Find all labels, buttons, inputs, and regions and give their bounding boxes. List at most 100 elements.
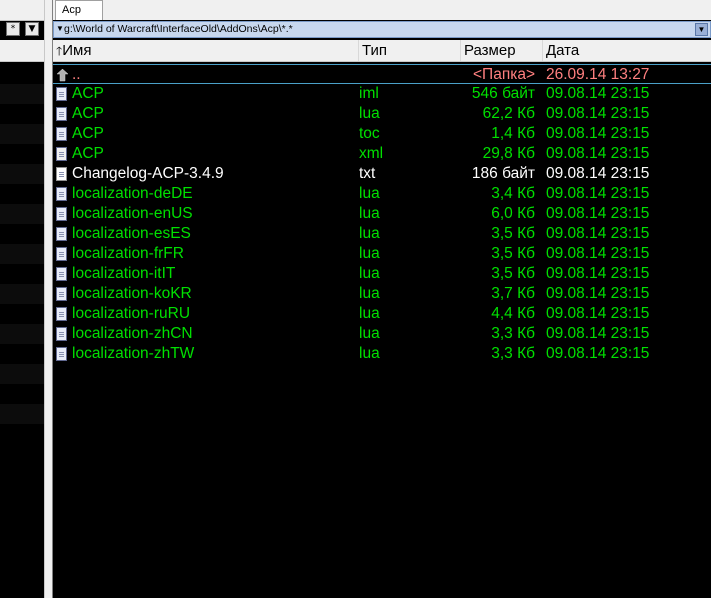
file-type: lua (359, 345, 380, 362)
left-list-row[interactable] (0, 404, 44, 424)
file-row[interactable]: localization-ruRU lua 4,4 Кб 09.08.14 23:15 (53, 304, 711, 324)
left-list-row[interactable] (0, 64, 44, 84)
column-name-header[interactable]: 🡑Имя (53, 40, 359, 61)
file-name: ACP (72, 145, 104, 162)
file-name: .. (72, 66, 81, 83)
path-menu-button[interactable]: ▼ (695, 23, 708, 36)
file-name: localization-itIT (72, 265, 176, 282)
file-size: <Папка> (473, 66, 535, 83)
tab-acp[interactable]: Acp (55, 0, 103, 20)
file-type: lua (359, 205, 380, 222)
file-size: 29,8 Кб (482, 145, 535, 162)
file-row[interactable]: localization-deDE lua 3,4 Кб 09.08.14 23:15 (53, 184, 711, 204)
file-name: localization-zhTW (72, 345, 195, 362)
panel-splitter[interactable] (44, 0, 53, 598)
column-date-header[interactable]: Дата (543, 40, 711, 61)
file-name: localization-koKR (72, 285, 192, 302)
parent-folder-row[interactable]: .. <Папка> 26.09.14 13:27 (53, 64, 711, 84)
file-date: 09.08.14 23:15 (546, 265, 650, 282)
file-name: localization-deDE (72, 185, 193, 202)
file-icon (56, 127, 68, 141)
file-size: 186 байт (471, 165, 535, 182)
file-row[interactable]: localization-enUS lua 6,0 Кб 09.08.14 23:15 (53, 204, 711, 224)
left-file-panel[interactable]: * ▼ (0, 0, 44, 598)
file-size: 3,5 Кб (491, 265, 535, 282)
file-type: lua (359, 305, 380, 322)
file-type: lua (359, 105, 380, 122)
file-size: 3,4 Кб (491, 185, 535, 202)
left-list-row[interactable] (0, 344, 44, 364)
file-row[interactable]: localization-zhTW lua 3,3 Кб 09.08.14 23:15 (53, 344, 711, 364)
left-list-row[interactable] (0, 304, 44, 324)
left-column-header[interactable] (0, 40, 44, 62)
file-name: ACP (72, 125, 104, 142)
file-date: 09.08.14 23:15 (546, 225, 650, 242)
left-filter-button[interactable]: * (6, 22, 20, 36)
file-type: lua (359, 325, 380, 342)
left-list-row[interactable] (0, 384, 44, 404)
right-file-panel[interactable]: Acp ▼ g:\World of Warcraft\InterfaceOld\… (53, 0, 711, 598)
file-type: lua (359, 225, 380, 242)
file-size: 3,7 Кб (491, 285, 535, 302)
file-icon (56, 347, 68, 361)
file-row[interactable]: localization-frFR lua 3,5 Кб 09.08.14 23:15 (53, 244, 711, 264)
file-type: lua (359, 285, 380, 302)
file-name: ACP (72, 105, 104, 122)
file-row[interactable]: ACP iml 546 байт 09.08.14 23:15 (53, 84, 711, 104)
left-list-row[interactable] (0, 224, 44, 244)
left-list-row[interactable] (0, 284, 44, 304)
file-name: ACP (72, 85, 104, 102)
up-folder-icon (56, 68, 69, 82)
file-date: 26.09.14 13:27 (546, 66, 650, 83)
left-list-row[interactable] (0, 204, 44, 224)
column-type-header[interactable]: Тип (359, 40, 461, 61)
file-type: lua (359, 265, 380, 282)
file-row[interactable]: ACP xml 29,8 Кб 09.08.14 23:15 (53, 144, 711, 164)
column-size-header[interactable]: Размер (461, 40, 543, 61)
file-size: 3,5 Кб (491, 225, 535, 242)
file-row[interactable]: Changelog-ACP-3.4.9 txt 186 байт 09.08.14 2… (53, 164, 711, 184)
file-name: localization-frFR (72, 245, 184, 262)
file-row[interactable]: localization-esES lua 3,5 Кб 09.08.14 23:15 (53, 224, 711, 244)
file-size: 6,0 Кб (491, 205, 535, 222)
file-date: 09.08.14 23:15 (546, 345, 650, 362)
file-size: 1,4 Кб (491, 125, 535, 142)
file-size: 4,4 Кб (491, 305, 535, 322)
file-icon (56, 107, 68, 121)
file-row[interactable]: localization-koKR lua 3,7 Кб 09.08.14 23:15 (53, 284, 711, 304)
left-list-row[interactable] (0, 364, 44, 384)
left-history-dropdown-button[interactable]: ▼ (25, 22, 39, 36)
file-date: 09.08.14 23:15 (546, 105, 650, 122)
file-size: 3,3 Кб (491, 325, 535, 342)
file-name: localization-enUS (72, 205, 193, 222)
file-icon (56, 307, 68, 321)
file-icon (56, 187, 68, 201)
left-list-row[interactable] (0, 84, 44, 104)
file-date: 09.08.14 23:15 (546, 205, 650, 222)
xml-file-icon (56, 147, 68, 161)
file-name: localization-zhCN (72, 325, 193, 342)
file-list[interactable]: .. <Папка> 26.09.14 13:27 ACP iml 546 байт 09.… (53, 64, 711, 364)
file-date: 09.08.14 23:15 (546, 325, 650, 342)
left-list-row[interactable] (0, 324, 44, 344)
left-list-row[interactable] (0, 184, 44, 204)
file-icon (56, 287, 68, 301)
file-name: localization-ruRU (72, 305, 191, 322)
file-row[interactable]: ACP lua 62,2 Кб 09.08.14 23:15 (53, 104, 711, 124)
left-list-row[interactable] (0, 104, 44, 124)
file-size: 62,2 Кб (482, 105, 535, 122)
left-list-row[interactable] (0, 164, 44, 184)
file-row[interactable]: localization-zhCN lua 3,3 Кб 09.08.14 23:15 (53, 324, 711, 344)
left-list-row[interactable] (0, 124, 44, 144)
file-type: xml (359, 145, 384, 162)
left-list-row[interactable] (0, 244, 44, 264)
path-bar[interactable]: ▼ g:\World of Warcraft\InterfaceOld\AddO… (53, 21, 711, 38)
file-row[interactable]: ACP toc 1,4 Кб 09.08.14 23:15 (53, 124, 711, 144)
file-type: toc (359, 125, 380, 142)
file-date: 09.08.14 23:15 (546, 305, 650, 322)
left-list-row[interactable] (0, 264, 44, 284)
file-row[interactable]: localization-itIT lua 3,5 Кб 09.08.14 23:15 (53, 264, 711, 284)
path-dropdown-icon[interactable]: ▼ (56, 24, 64, 33)
left-list-row[interactable] (0, 144, 44, 164)
file-type: lua (359, 245, 380, 262)
